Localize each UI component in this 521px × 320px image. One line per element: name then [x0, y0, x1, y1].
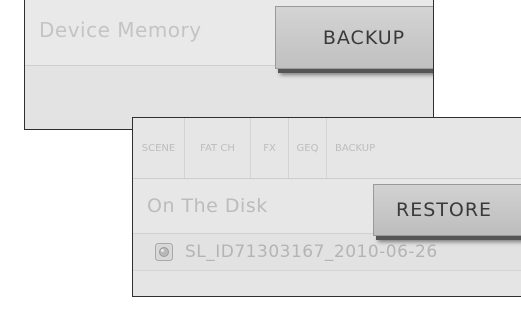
device-memory-panel: Device Memory BACKUP	[24, 0, 434, 130]
tab-scene[interactable]: SCENE	[133, 118, 185, 178]
tab-bar: SCENE FAT CH FX GEQ BACKUP	[133, 118, 521, 179]
file-icon	[155, 243, 173, 261]
disk-panel: SCENE FAT CH FX GEQ BACKUP On The Disk S…	[132, 117, 521, 297]
backup-button[interactable]: BACKUP	[275, 6, 433, 69]
device-memory-title: Device Memory	[39, 18, 202, 42]
tab-fx[interactable]: FX	[251, 118, 289, 178]
screenshot-page: Device Memory BACKUP SCENE FAT CH FX GEQ…	[0, 0, 521, 320]
tab-geq[interactable]: GEQ	[289, 118, 327, 178]
file-list-item[interactable]: SL_ID71303167_2010-06-26	[133, 234, 521, 271]
restore-button[interactable]: RESTORE	[373, 184, 521, 236]
tab-fat-ch[interactable]: FAT CH	[185, 118, 251, 178]
file-name: SL_ID71303167_2010-06-26	[185, 242, 438, 262]
disk-title: On The Disk	[147, 195, 268, 217]
disk-empty-row	[133, 271, 521, 296]
tab-backup[interactable]: BACKUP	[327, 118, 397, 178]
